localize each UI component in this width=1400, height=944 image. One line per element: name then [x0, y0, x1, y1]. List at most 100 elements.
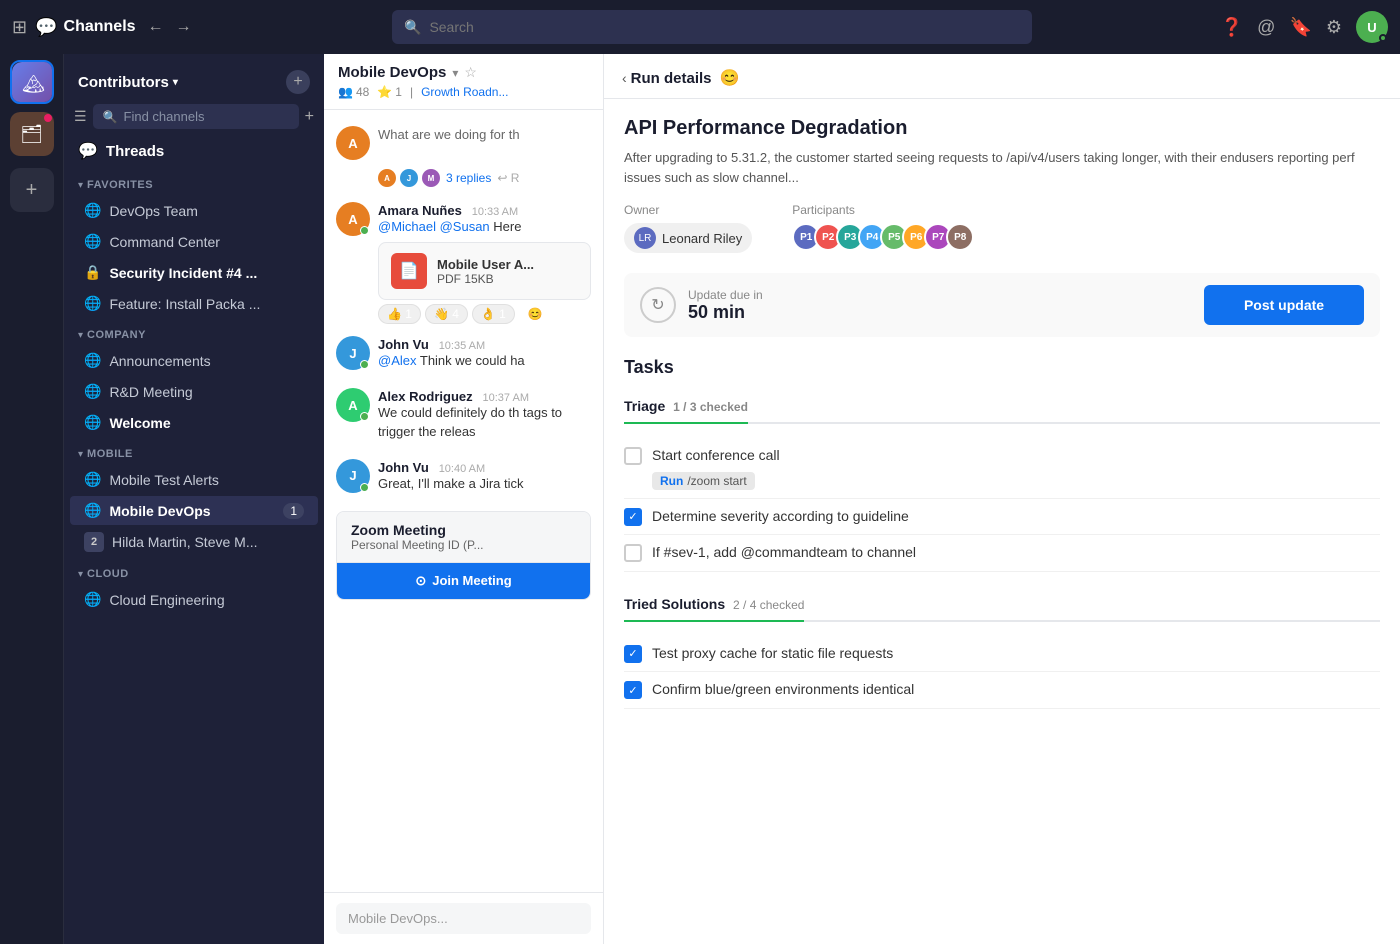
tried-tabs: Tried Solutions 2 / 4 checked — [624, 588, 1380, 622]
sidebar-item-rd-meeting[interactable]: 🌐 R&D Meeting — [70, 377, 318, 406]
author-name: Amara Nuñes — [378, 203, 462, 218]
task-label: Start conference call — [652, 446, 780, 466]
msg-text: We could definitely do th tags to trigge… — [378, 404, 591, 440]
sidebar-item-command-center[interactable]: 🌐 Command Center — [70, 227, 318, 256]
attachment-card[interactable]: 📄 Mobile User A... PDF 15KB — [378, 242, 591, 300]
favorites-section-header[interactable]: ▾ FAVORITES — [64, 169, 324, 195]
bookmark-icon[interactable]: 🔖 — [1289, 17, 1311, 38]
message-time: 10:37 AM — [483, 392, 529, 404]
sidebar-item-announcements[interactable]: 🌐 Announcements — [70, 346, 318, 375]
chevron-icon: ▾ — [78, 180, 83, 191]
task-checkbox[interactable] — [624, 447, 642, 465]
add-icon[interactable]: + — [305, 108, 314, 126]
sidebar-item-mobile-test-alerts[interactable]: 🌐 Mobile Test Alerts — [70, 465, 318, 494]
dropdown-icon[interactable]: ▾ — [452, 66, 458, 80]
lock-icon: 🔒 — [84, 264, 101, 281]
task-tabs: Triage 1 / 3 checked — [624, 390, 1380, 424]
sidebar-item-label: Cloud Engineering — [109, 592, 224, 608]
mention-icon[interactable]: @ — [1257, 17, 1275, 38]
sidebar-item-welcome[interactable]: 🌐 Welcome — [70, 408, 318, 437]
filter-icon[interactable]: ☰ — [74, 108, 87, 125]
avatar: A — [336, 202, 370, 236]
add-workspace-button[interactable]: + — [10, 168, 54, 212]
breadcrumb-link[interactable]: Growth Roadn... — [421, 85, 508, 99]
update-label: Update due in — [688, 288, 1192, 302]
post-update-button[interactable]: Post update — [1204, 285, 1364, 325]
sidebar-item-devops-team[interactable]: 🌐 DevOps Team — [70, 196, 318, 225]
task-checkbox[interactable] — [624, 544, 642, 562]
sidebar-item-security-incident[interactable]: 🔒 Security Incident #4 ... — [70, 258, 318, 287]
stars-count: 1 — [395, 85, 402, 99]
run-details-panel: ‹ Run details 😊 API Performance Degradat… — [604, 0, 1400, 944]
message-replies[interactable]: A J M 3 replies ↩ R — [378, 166, 591, 190]
help-icon[interactable]: ❓ — [1221, 17, 1243, 38]
msg-text: What are we doing for th — [378, 127, 520, 142]
message-group-amara: A Amara Nuñes 10:33 AM @Michael @Susan H… — [324, 196, 603, 330]
globe-icon: 🌐 — [84, 591, 101, 608]
unread-badge: 1 — [283, 503, 304, 519]
grid-icon[interactable]: ⊞ — [12, 17, 27, 38]
cloud-section-header[interactable]: ▾ CLOUD — [64, 558, 324, 584]
tasks-title: Tasks — [624, 357, 1380, 378]
forward-arrow[interactable]: → — [172, 16, 196, 38]
add-channel-button[interactable]: + — [286, 70, 310, 94]
run-tag[interactable]: Run /zoom start — [652, 472, 755, 490]
star-icon[interactable]: ☆ — [464, 64, 477, 81]
task-item-commandteam: If #sev-1, add @commandteam to channel — [624, 535, 1380, 572]
sidebar-item-threads[interactable]: 💬 Threads — [64, 133, 324, 169]
user-avatar[interactable]: U — [1356, 11, 1388, 43]
sidebar-item-label: Command Center — [109, 234, 220, 250]
back-button[interactable]: ‹ Run details — [622, 70, 712, 87]
cloud-label: CLOUD — [87, 568, 129, 580]
tab-triage[interactable]: Triage 1 / 3 checked — [624, 390, 748, 422]
join-meeting-button[interactable]: ⊙ Join Meeting — [337, 563, 590, 599]
search-input[interactable] — [429, 19, 1020, 35]
mobile-section-header[interactable]: ▾ MOBILE — [64, 438, 324, 464]
sidebar-dm-item[interactable]: 2 Hilda Martin, Steve M... — [70, 527, 318, 557]
reaction-wave[interactable]: 👋 4 — [425, 304, 468, 324]
participant-avatar: P8 — [946, 223, 974, 251]
task-checkbox[interactable] — [624, 508, 642, 526]
chevron-icon: ▾ — [78, 569, 83, 580]
reaction-thumbsup[interactable]: 👍 1 — [378, 304, 421, 324]
zoom-meeting-card: Zoom Meeting Personal Meeting ID (P... ⊙… — [336, 511, 591, 600]
add-reaction[interactable]: 😊 — [519, 304, 552, 324]
back-arrow[interactable]: ← — [144, 16, 168, 38]
owner-name: Leonard Riley — [662, 231, 742, 246]
run-label: Run — [660, 474, 683, 488]
search-bar[interactable]: 🔍 — [392, 10, 1032, 44]
globe-icon: 🌐 — [84, 295, 101, 312]
task-item-proxy-cache: Test proxy cache for static file request… — [624, 636, 1380, 673]
workspace-name[interactable]: Contributors ▾ — [78, 74, 178, 91]
smiley-icon[interactable]: 😊 — [720, 68, 740, 88]
zoom-title: Zoom Meeting — [351, 522, 576, 538]
run-cmd: /zoom start — [687, 474, 746, 488]
author-name: Alex Rodriguez — [378, 389, 473, 404]
globe-icon: 🌐 — [84, 502, 101, 519]
task-checkbox[interactable] — [624, 681, 642, 699]
workspace-item-2[interactable]: 🗂 — [10, 112, 54, 156]
sidebar-item-mobile-devops[interactable]: 🌐 Mobile DevOps 1 — [70, 496, 318, 525]
task-checkbox[interactable] — [624, 645, 642, 663]
reaction-ok[interactable]: 👌 1 — [472, 304, 515, 324]
find-channels-input[interactable]: 🔍 Find channels — [93, 104, 299, 129]
settings-icon[interactable]: ⚙ — [1326, 17, 1342, 38]
message-group-john2: J John Vu 10:40 AM Great, I'll make a Ji… — [324, 453, 603, 505]
chevron-icon: ▾ — [78, 330, 83, 341]
sidebar-item-label: Welcome — [109, 415, 170, 431]
workspace-item-contributors[interactable]: 🏔 — [10, 60, 54, 104]
channel-input-area[interactable]: Mobile DevOps... — [324, 892, 603, 944]
sidebar-item-label: Announcements — [109, 353, 210, 369]
update-text: Update due in 50 min — [688, 288, 1192, 323]
incident-title: API Performance Degradation — [624, 117, 1380, 140]
tab-tried-solutions[interactable]: Tried Solutions 2 / 4 checked — [624, 588, 804, 620]
sidebar-item-feature-install[interactable]: 🌐 Feature: Install Packa ... — [70, 289, 318, 318]
participants-label: Participants — [792, 203, 974, 217]
run-meta-row: Owner LR Leonard Riley Participants P1 P… — [624, 203, 1380, 253]
message-input[interactable]: Mobile DevOps... — [336, 903, 591, 934]
company-section-header[interactable]: ▾ COMPANY — [64, 319, 324, 345]
run-header-title: Run details — [631, 70, 712, 87]
sidebar-item-cloud-engineering[interactable]: 🌐 Cloud Engineering — [70, 585, 318, 614]
globe-icon: 🌐 — [84, 233, 101, 250]
update-value: 50 min — [688, 302, 1192, 323]
